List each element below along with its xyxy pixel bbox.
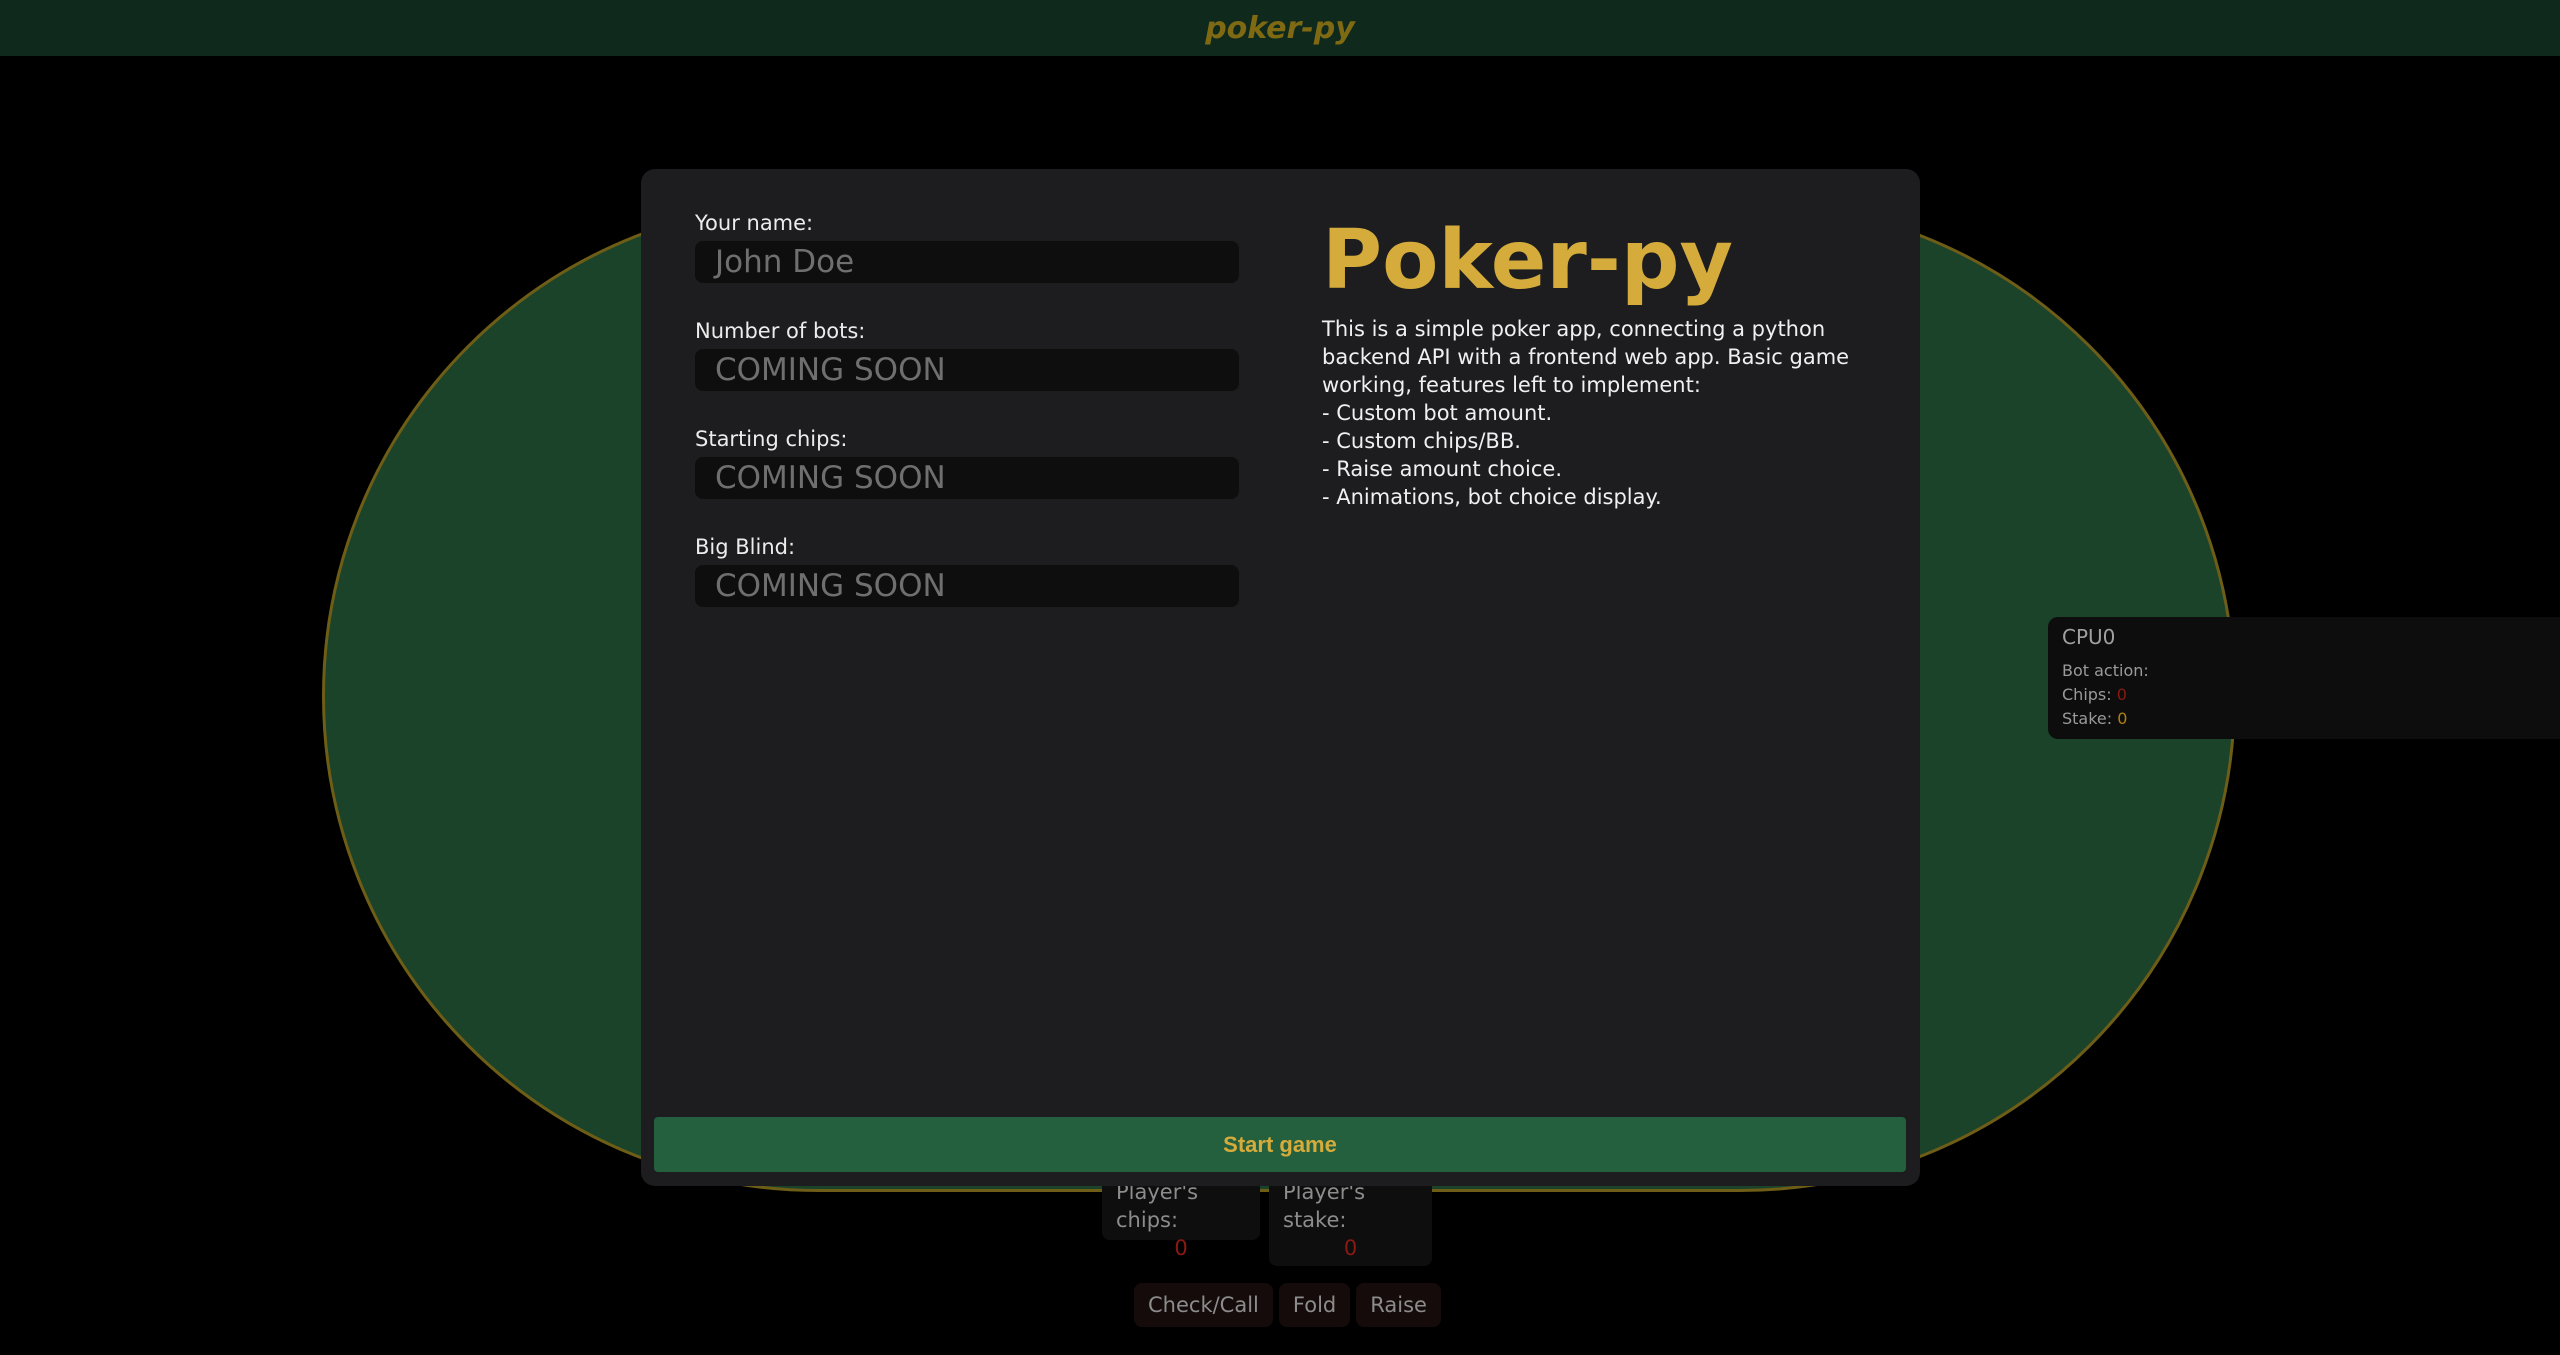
name-input[interactable]: John Doe <box>695 241 1239 283</box>
bot-stake-value: 0 <box>2117 709 2128 728</box>
info-panel: Poker-py This is a simple poker app, con… <box>1322 211 1882 511</box>
top-bar: poker-py <box>0 0 2560 56</box>
start-game-button[interactable]: Start game <box>654 1117 1906 1172</box>
player-stake-value: 0 <box>1343 1236 1358 1260</box>
bot-chips: Chips: 0 <box>2062 685 2127 704</box>
player-chips-label: Player's chips: <box>1116 1180 1199 1232</box>
description-line: - Custom bot amount. <box>1322 401 1553 425</box>
chips-label: Starting chips: <box>695 427 848 451</box>
app-title: Poker-py <box>1322 213 1734 308</box>
description-line: - Custom chips/BB. <box>1322 429 1521 453</box>
check-call-button[interactable]: Check/Call <box>1134 1283 1273 1327</box>
bot-panel: CPU0 Bot action: Chips: 0 Stake: 0 <box>2048 617 2560 739</box>
starting-chips-input[interactable]: COMING SOON <box>695 457 1239 499</box>
action-bar: Check/Call Fold Raise <box>1134 1283 1441 1327</box>
player-chips-value: 0 <box>1174 1236 1188 1260</box>
bot-stake: Stake: 0 <box>2062 709 2128 728</box>
player-stake-label: Player's stake: <box>1283 1180 1366 1232</box>
raise-button[interactable]: Raise <box>1356 1283 1441 1327</box>
bot-chips-value: 0 <box>2116 685 2127 704</box>
bots-label: Number of bots: <box>695 319 866 343</box>
setup-modal: Your name: John Doe Number of bots: COMI… <box>641 169 1920 1186</box>
description-line: This is a simple poker app, connecting a… <box>1322 317 1856 397</box>
bot-action: Bot action: <box>2062 661 2149 680</box>
description-line: - Animations, bot choice display. <box>1322 485 1662 509</box>
brand-title: poker-py <box>1205 10 1355 46</box>
setup-form: Your name: John Doe Number of bots: COMI… <box>695 211 1239 643</box>
bots-input[interactable]: COMING SOON <box>695 349 1239 391</box>
blind-label: Big Blind: <box>695 535 796 559</box>
app-description: This is a simple poker app, connecting a… <box>1322 315 1882 511</box>
big-blind-input[interactable]: COMING SOON <box>695 565 1239 607</box>
name-label: Your name: <box>695 211 814 235</box>
description-line: - Raise amount choice. <box>1322 457 1563 481</box>
bot-name: CPU0 <box>2062 625 2116 649</box>
player-stake-box: Player's stake: 0 <box>1269 1174 1432 1266</box>
fold-button[interactable]: Fold <box>1278 1283 1351 1327</box>
